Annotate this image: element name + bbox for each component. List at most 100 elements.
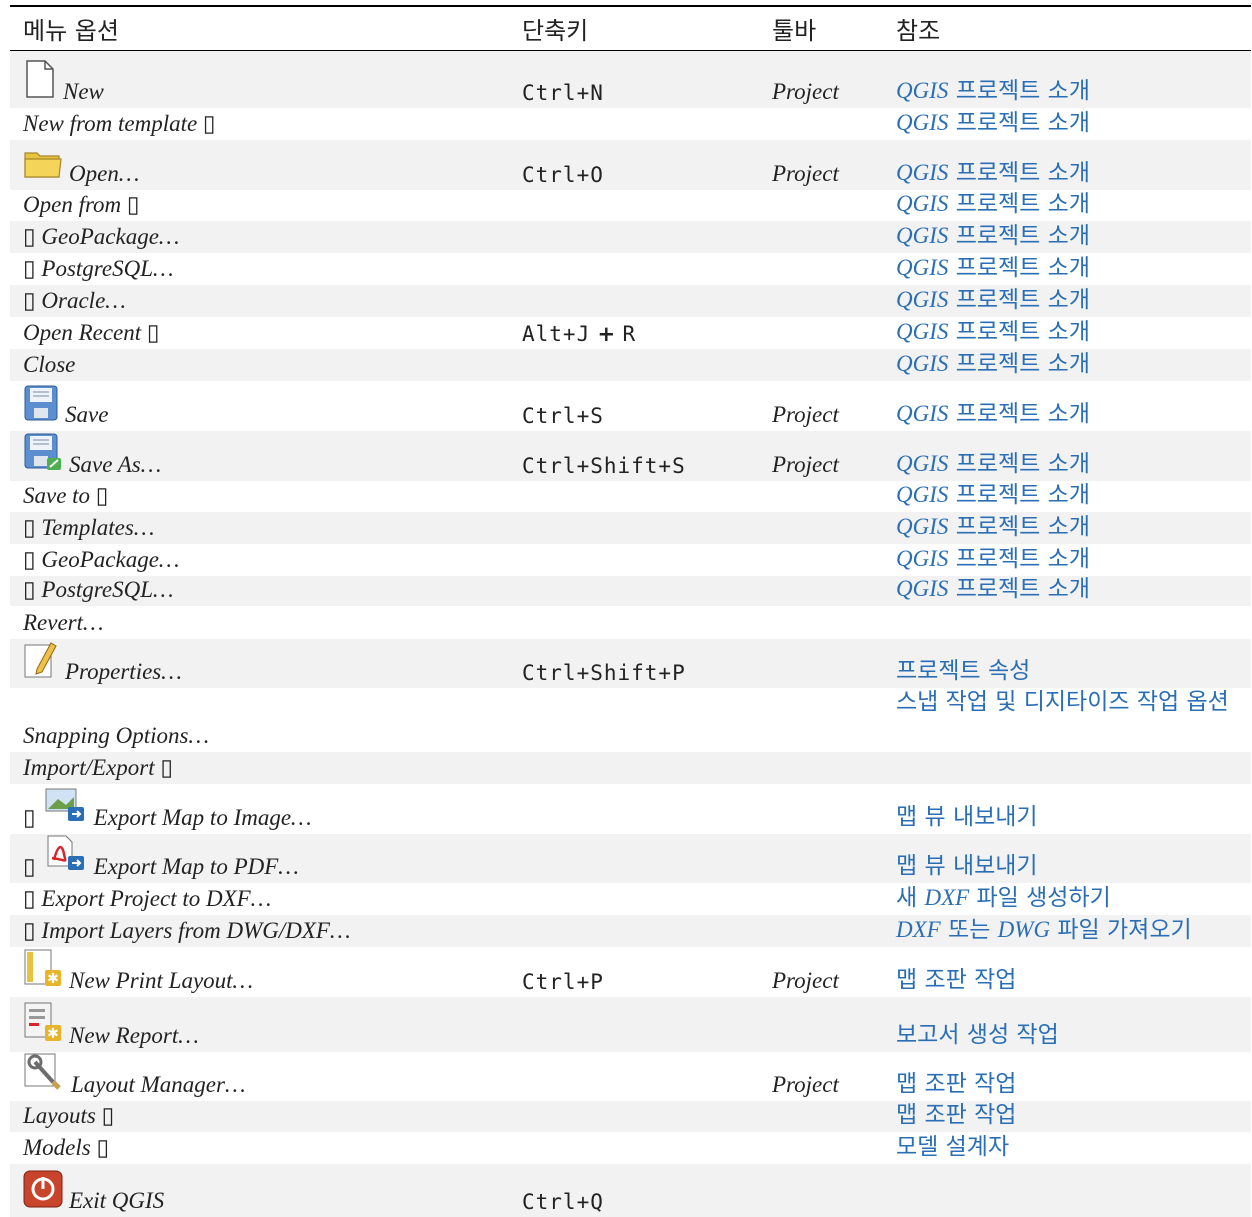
shortcut-key: R <box>622 322 637 346</box>
reference-link[interactable]: 맵 조판 작업 <box>896 960 1016 994</box>
reference-text: 프로젝트 소개 <box>948 451 1090 477</box>
reference-link[interactable]: 스냅 작업 및 디지타이즈 작업 옵션 <box>896 686 1246 718</box>
menu-option-label: Save <box>65 402 109 427</box>
reference-link[interactable]: 맵 조판 작업 <box>896 1095 1016 1129</box>
toolbar-cell: Project <box>772 402 839 427</box>
reference-link[interactable]: QGIS 프로젝트 소개 <box>896 539 1090 573</box>
reference-text: QGIS <box>896 514 949 539</box>
menu-option-label: ▯ GeoPackage… <box>23 224 180 249</box>
reference-text: QGIS <box>896 110 949 135</box>
table-row: Exit QGIS Ctrl+Q <box>10 1164 1251 1217</box>
reference-text: 프로젝트 소개 <box>948 110 1090 136</box>
menu-option-label: ▯ Templates… <box>23 515 155 540</box>
reference-link[interactable]: 맵 뷰 내보내기 <box>896 797 1038 831</box>
table-row: Import/Export ▯ <box>10 752 1251 784</box>
menu-option-cell: Properties… <box>23 639 182 685</box>
reference-link[interactable]: QGIS 프로젝트 소개 <box>896 248 1090 282</box>
menu-option-label: ▯ PostgreSQL… <box>23 256 174 281</box>
menu-option-cell: ▯ Export Project to DXF… <box>23 886 271 912</box>
reference-text: QGIS <box>896 351 949 376</box>
toolbar-cell: Project <box>772 452 839 477</box>
menu-option-label: Models ▯ <box>23 1135 110 1160</box>
reference-text: 프로젝트 소개 <box>948 401 1090 427</box>
reference-link[interactable]: 맵 뷰 내보내기 <box>896 846 1038 880</box>
reference-text: 프로젝트 속성 <box>896 658 1031 684</box>
reference-text: 보고서 생성 작업 <box>896 1022 1059 1048</box>
table-header-rule <box>10 50 1251 51</box>
menu-option-cell: Open… <box>23 147 139 187</box>
menu-option-cell: Open from ▯ <box>23 192 140 218</box>
reference-link[interactable]: 맵 조판 작업 <box>896 1064 1016 1098</box>
reference-text: 프로젝트 소개 <box>948 160 1090 186</box>
reference-link[interactable]: QGIS 프로젝트 소개 <box>896 344 1090 378</box>
new-report-icon: ✱ <box>23 1001 63 1049</box>
reference-link[interactable]: QGIS 프로젝트 소개 <box>896 507 1090 541</box>
header-toolbar: 툴바 <box>772 17 817 45</box>
reference-link[interactable]: QGIS 프로젝트 소개 <box>896 71 1090 105</box>
save-as-icon <box>23 432 63 478</box>
toolbar-cell: Project <box>772 968 839 993</box>
menu-option-cell: ▯ Import Layers from DWG/DXF… <box>23 918 350 944</box>
shortcut-cell: Ctrl+S <box>522 404 604 428</box>
toolbar-cell: Project <box>772 161 839 186</box>
reference-text: 프로젝트 소개 <box>948 191 1090 217</box>
reference-text: DWG <box>997 917 1051 942</box>
menu-option-cell: Close <box>23 352 75 378</box>
table-row: Layouts ▯ 맵 조판 작업 <box>10 1101 1251 1132</box>
reference-link[interactable]: 프로젝트 속성 <box>896 651 1030 685</box>
reference-text: DXF <box>924 885 970 910</box>
menu-option-cell: Save to ▯ <box>23 483 108 509</box>
reference-text: 맵 뷰 내보내기 <box>896 804 1038 830</box>
menu-option-label: ▯ Export Project to DXF… <box>23 886 272 911</box>
header-menu-option: 메뉴 옵션 <box>23 17 119 45</box>
menu-option-cell: ▯ Oracle… <box>23 288 126 314</box>
reference-link[interactable]: QGIS 프로젝트 소개 <box>896 153 1090 187</box>
submenu-marker: ▯ <box>23 854 36 879</box>
menu-option-cell: Layout Manager… <box>23 1052 245 1098</box>
reference-text: 맵 뷰 내보내기 <box>896 853 1038 879</box>
reference-link[interactable]: QGIS 프로젝트 소개 <box>896 475 1090 509</box>
reference-link[interactable]: QGIS 프로젝트 소개 <box>896 280 1090 314</box>
menu-option-label: Import/Export ▯ <box>23 755 174 780</box>
reference-text: 프로젝트 소개 <box>948 223 1090 249</box>
menu-option-label: ▯ Oracle… <box>23 288 126 313</box>
reference-text: 또는 <box>940 917 998 943</box>
menu-option-cell: ✱ New Print Layout… <box>23 948 253 994</box>
reference-text: DXF <box>896 917 941 942</box>
reference-text: QGIS <box>896 576 949 601</box>
reference-text: 파일 생성하기 <box>969 885 1111 911</box>
table-row: Close QGIS 프로젝트 소개 <box>10 349 1251 381</box>
reference-link[interactable]: QGIS 프로젝트 소개 <box>896 103 1090 137</box>
reference-text: 맵 조판 작업 <box>896 967 1017 993</box>
reference-link[interactable]: QGIS 프로젝트 소개 <box>896 394 1090 428</box>
menu-option-label: Layouts ▯ <box>23 1103 115 1128</box>
table-row: Save Ctrl+S Project QGIS 프로젝트 소개 <box>10 381 1251 431</box>
reference-text: QGIS <box>896 546 949 571</box>
reference-link[interactable]: QGIS 프로젝트 소개 <box>896 444 1090 478</box>
table-row: Snapping Options… 스냅 작업 및 디지타이즈 작업 옵션 <box>10 688 1251 752</box>
menu-option-label: New <box>63 79 104 104</box>
reference-text: 프로젝트 소개 <box>948 351 1090 377</box>
shortcut-cell: Ctrl+Shift+P <box>522 661 686 685</box>
reference-link[interactable]: QGIS 프로젝트 소개 <box>896 312 1090 346</box>
reference-text: 스냅 작업 및 디지타이즈 작업 옵션 <box>896 689 1229 715</box>
table-header: 메뉴 옵션 단축키 툴바 참조 <box>10 7 1251 50</box>
reference-link[interactable]: 새 DXF 파일 생성하기 <box>896 878 1111 912</box>
menu-option-label: Revert… <box>23 610 104 635</box>
menu-option-cell: ▯ Export Map to Image… <box>23 785 312 831</box>
reference-text: 맵 조판 작업 <box>896 1071 1017 1097</box>
export-image-icon <box>44 785 88 831</box>
header-reference: 참조 <box>896 17 941 45</box>
reference-link[interactable]: DXF 또는 DWG 파일 가져오기 <box>896 910 1192 944</box>
reference-link[interactable]: 보고서 생성 작업 <box>896 1015 1059 1049</box>
table-row: Properties… Ctrl+Shift+P 프로젝트 속성 <box>10 639 1251 688</box>
shortcut-cell: Ctrl+Shift+S <box>522 454 686 478</box>
reference-link[interactable]: QGIS 프로젝트 소개 <box>896 184 1090 218</box>
table-row: ▯ Export Map to PDF… 맵 뷰 내보내기 <box>10 834 1251 883</box>
reference-text: 프로젝트 소개 <box>948 482 1090 508</box>
menu-option-label: ▯ Import Layers from DWG/DXF… <box>23 918 351 943</box>
reference-link[interactable]: QGIS 프로젝트 소개 <box>896 216 1090 250</box>
shortcut-plus: + <box>590 322 623 346</box>
reference-link[interactable]: 모델 설계자 <box>896 1127 1009 1161</box>
reference-link[interactable]: QGIS 프로젝트 소개 <box>896 569 1090 603</box>
